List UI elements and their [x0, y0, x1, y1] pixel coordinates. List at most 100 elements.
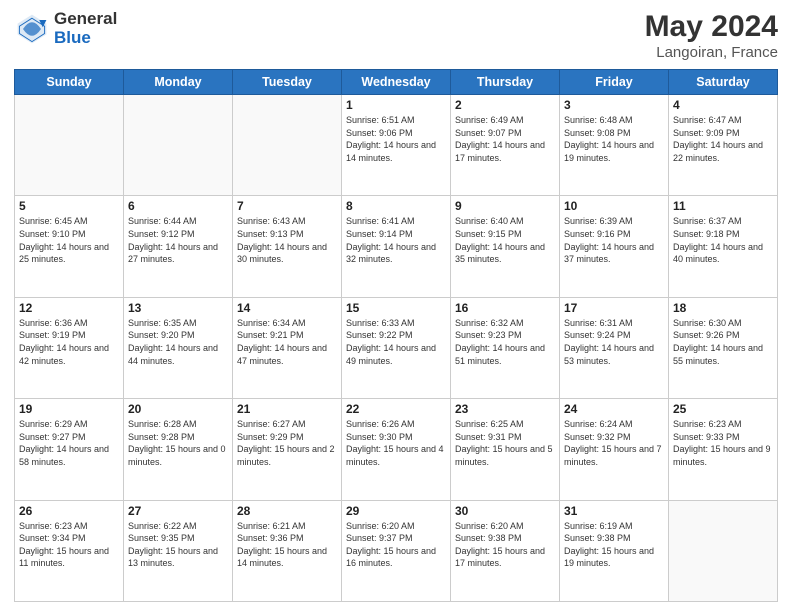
day-number: 28 — [237, 504, 337, 518]
cell-info: Sunrise: 6:31 AMSunset: 9:24 PMDaylight:… — [564, 317, 664, 367]
calendar-week-5: 26Sunrise: 6:23 AMSunset: 9:34 PMDayligh… — [15, 500, 778, 601]
calendar-cell: 27Sunrise: 6:22 AMSunset: 9:35 PMDayligh… — [124, 500, 233, 601]
day-number: 5 — [19, 199, 119, 213]
cell-info: Sunrise: 6:27 AMSunset: 9:29 PMDaylight:… — [237, 418, 337, 468]
calendar-cell: 11Sunrise: 6:37 AMSunset: 9:18 PMDayligh… — [669, 196, 778, 297]
calendar-cell: 13 Sunrise: 6:35 AMSunset: 9:20 PMDayligh… — [124, 297, 233, 398]
logo: General Blue — [14, 10, 117, 47]
day-number: 4 — [673, 98, 773, 112]
cell-info: Sunrise: 6:49 AMSunset: 9:07 PMDaylight:… — [455, 114, 555, 164]
calendar-cell: 21 Sunrise: 6:27 AMSunset: 9:29 PMDayligh… — [233, 399, 342, 500]
day-number: 19 — [19, 402, 119, 416]
day-number: 22 — [346, 402, 446, 416]
calendar-cell: 7 Sunrise: 6:43 AMSunset: 9:13 PMDaylight… — [233, 196, 342, 297]
calendar-week-3: 12 Sunrise: 6:36 AMSunset: 9:19 PMDayligh… — [15, 297, 778, 398]
page: General Blue May 2024 Langoiran, France … — [0, 0, 792, 612]
calendar-cell — [669, 500, 778, 601]
day-number: 13 — [128, 301, 228, 315]
subtitle: Langoiran, France — [645, 44, 778, 61]
day-number: 12 — [19, 301, 119, 315]
cell-info: Sunrise: 6:41 AMSunset: 9:14 PMDaylight:… — [346, 215, 446, 265]
cell-info: Sunrise: 6:44 AMSunset: 9:12 PMDaylight:… — [128, 215, 228, 265]
calendar-cell — [233, 95, 342, 196]
day-number: 6 — [128, 199, 228, 213]
cell-info: Sunrise: 6:51 AMSunset: 9:06 PMDaylight:… — [346, 114, 446, 164]
cell-info: Sunrise: 6:34 AMSunset: 9:21 PMDaylight:… — [237, 317, 337, 367]
day-number: 31 — [564, 504, 664, 518]
calendar-header-sunday: Sunday — [15, 70, 124, 95]
calendar-cell — [124, 95, 233, 196]
calendar-header-row: SundayMondayTuesdayWednesdayThursdayFrid… — [15, 70, 778, 95]
cell-info: Sunrise: 6:45 AMSunset: 9:10 PMDaylight:… — [19, 215, 119, 265]
cell-info: Sunrise: 6:30 AMSunset: 9:26 PMDaylight:… — [673, 317, 773, 367]
calendar-cell: 17Sunrise: 6:31 AMSunset: 9:24 PMDayligh… — [560, 297, 669, 398]
cell-info: Sunrise: 6:19 AMSunset: 9:38 PMDaylight:… — [564, 520, 664, 570]
day-number: 7 — [237, 199, 337, 213]
calendar-cell: 6 Sunrise: 6:44 AMSunset: 9:12 PMDaylight… — [124, 196, 233, 297]
calendar-cell: 5 Sunrise: 6:45 AMSunset: 9:10 PMDaylight… — [15, 196, 124, 297]
calendar-cell: 19 Sunrise: 6:29 AMSunset: 9:27 PMDayligh… — [15, 399, 124, 500]
day-number: 21 — [237, 402, 337, 416]
cell-info: Sunrise: 6:47 AMSunset: 9:09 PMDaylight:… — [673, 114, 773, 164]
day-number: 27 — [128, 504, 228, 518]
calendar-cell: 24 Sunrise: 6:24 AMSunset: 9:32 PMDayligh… — [560, 399, 669, 500]
title-block: May 2024 Langoiran, France — [645, 10, 778, 61]
calendar-cell: 29 Sunrise: 6:20 AMSunset: 9:37 PMDayligh… — [342, 500, 451, 601]
cell-info: Sunrise: 6:32 AMSunset: 9:23 PMDaylight:… — [455, 317, 555, 367]
logo-blue-text: Blue — [54, 29, 117, 48]
day-number: 14 — [237, 301, 337, 315]
day-number: 29 — [346, 504, 446, 518]
calendar-cell — [15, 95, 124, 196]
cell-info: Sunrise: 6:20 AMSunset: 9:38 PMDaylight:… — [455, 520, 555, 570]
calendar-header-tuesday: Tuesday — [233, 70, 342, 95]
logo-general-text: General — [54, 10, 117, 29]
cell-info: Sunrise: 6:43 AMSunset: 9:13 PMDaylight:… — [237, 215, 337, 265]
cell-info: Sunrise: 6:20 AMSunset: 9:37 PMDaylight:… — [346, 520, 446, 570]
calendar-cell: 26Sunrise: 6:23 AMSunset: 9:34 PMDayligh… — [15, 500, 124, 601]
cell-info: Sunrise: 6:24 AMSunset: 9:32 PMDaylight:… — [564, 418, 664, 468]
calendar-cell: 3 Sunrise: 6:48 AMSunset: 9:08 PMDaylight… — [560, 95, 669, 196]
calendar-cell: 22Sunrise: 6:26 AMSunset: 9:30 PMDayligh… — [342, 399, 451, 500]
day-number: 25 — [673, 402, 773, 416]
calendar-cell: 8 Sunrise: 6:41 AMSunset: 9:14 PMDaylight… — [342, 196, 451, 297]
calendar-cell: 10 Sunrise: 6:39 AMSunset: 9:16 PMDayligh… — [560, 196, 669, 297]
calendar-week-2: 5 Sunrise: 6:45 AMSunset: 9:10 PMDaylight… — [15, 196, 778, 297]
cell-info: Sunrise: 6:40 AMSunset: 9:15 PMDaylight:… — [455, 215, 555, 265]
cell-info: Sunrise: 6:23 AMSunset: 9:33 PMDaylight:… — [673, 418, 773, 468]
cell-info: Sunrise: 6:35 AMSunset: 9:20 PMDaylight:… — [128, 317, 228, 367]
calendar-table: SundayMondayTuesdayWednesdayThursdayFrid… — [14, 69, 778, 602]
calendar-cell: 2Sunrise: 6:49 AMSunset: 9:07 PMDaylight… — [451, 95, 560, 196]
day-number: 30 — [455, 504, 555, 518]
calendar-cell: 28 Sunrise: 6:21 AMSunset: 9:36 PMDayligh… — [233, 500, 342, 601]
cell-info: Sunrise: 6:48 AMSunset: 9:08 PMDaylight:… — [564, 114, 664, 164]
calendar-header-thursday: Thursday — [451, 70, 560, 95]
calendar-cell: 15Sunrise: 6:33 AMSunset: 9:22 PMDayligh… — [342, 297, 451, 398]
cell-info: Sunrise: 6:25 AMSunset: 9:31 PMDaylight:… — [455, 418, 555, 468]
day-number: 24 — [564, 402, 664, 416]
day-number: 8 — [346, 199, 446, 213]
logo-icon — [14, 11, 50, 47]
cell-info: Sunrise: 6:36 AMSunset: 9:19 PMDaylight:… — [19, 317, 119, 367]
calendar-cell: 9Sunrise: 6:40 AMSunset: 9:15 PMDaylight… — [451, 196, 560, 297]
calendar-week-1: 1 Sunrise: 6:51 AMSunset: 9:06 PMDaylight… — [15, 95, 778, 196]
cell-info: Sunrise: 6:21 AMSunset: 9:36 PMDaylight:… — [237, 520, 337, 570]
calendar-cell: 31 Sunrise: 6:19 AMSunset: 9:38 PMDayligh… — [560, 500, 669, 601]
cell-info: Sunrise: 6:29 AMSunset: 9:27 PMDaylight:… — [19, 418, 119, 468]
logo-text: General Blue — [54, 10, 117, 47]
calendar-cell: 25 Sunrise: 6:23 AMSunset: 9:33 PMDayligh… — [669, 399, 778, 500]
main-title: May 2024 — [645, 10, 778, 44]
day-number: 3 — [564, 98, 664, 112]
day-number: 1 — [346, 98, 446, 112]
calendar-cell: 20 Sunrise: 6:28 AMSunset: 9:28 PMDayligh… — [124, 399, 233, 500]
header: General Blue May 2024 Langoiran, France — [14, 10, 778, 61]
day-number: 10 — [564, 199, 664, 213]
calendar-header-wednesday: Wednesday — [342, 70, 451, 95]
day-number: 18 — [673, 301, 773, 315]
calendar-cell: 18 Sunrise: 6:30 AMSunset: 9:26 PMDayligh… — [669, 297, 778, 398]
calendar-header-monday: Monday — [124, 70, 233, 95]
calendar-cell: 14 Sunrise: 6:34 AMSunset: 9:21 PMDayligh… — [233, 297, 342, 398]
day-number: 20 — [128, 402, 228, 416]
cell-info: Sunrise: 6:39 AMSunset: 9:16 PMDaylight:… — [564, 215, 664, 265]
cell-info: Sunrise: 6:28 AMSunset: 9:28 PMDaylight:… — [128, 418, 228, 468]
calendar-week-4: 19 Sunrise: 6:29 AMSunset: 9:27 PMDayligh… — [15, 399, 778, 500]
